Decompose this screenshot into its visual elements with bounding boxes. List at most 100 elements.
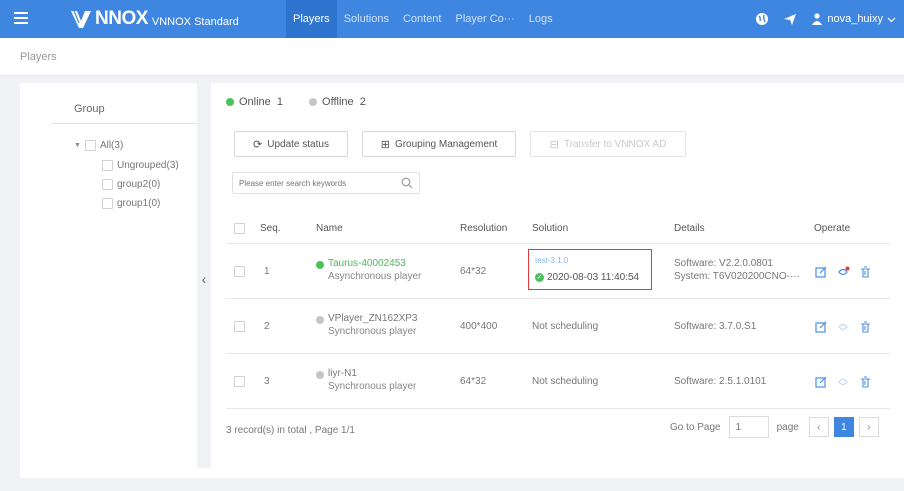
main-nav: Players Solutions Content Player Co··· L… (286, 0, 560, 38)
search-box (232, 172, 420, 194)
player-name: VPlayer_ZN162XP3 (328, 313, 418, 324)
tree-label: All(3) (99, 139, 124, 151)
logo-mark-icon (71, 10, 91, 28)
tree-label: Ungrouped(3) (117, 159, 179, 171)
transfer-button[interactable]: ⊟ Transfer to VNNOX AD (530, 131, 686, 157)
tree-checkbox[interactable] (102, 197, 113, 209)
online-label: Online (239, 96, 271, 108)
status-offline[interactable]: Offline 2 (309, 96, 366, 108)
logo-subtitle: VNNOX Standard (151, 15, 239, 28)
tree-checkbox[interactable] (102, 178, 113, 190)
chevron-left-icon[interactable]: ‹ (197, 271, 211, 287)
row-checkbox[interactable] (234, 321, 245, 332)
details-software: Software: 3.7.0.S1 (674, 321, 757, 332)
remote-control-icon[interactable] (832, 266, 854, 278)
tree-item-group1[interactable]: group1(0) (102, 195, 160, 211)
logo-text: NNOX (95, 8, 148, 29)
user-name: nova_huixy (827, 13, 883, 25)
col-operate: Operate (814, 223, 851, 234)
online-dot-icon (226, 98, 234, 106)
row-checkbox[interactable] (234, 266, 245, 277)
col-details: Details (674, 223, 705, 234)
remote-control-icon[interactable] (832, 321, 854, 333)
col-solution: Solution (532, 223, 569, 234)
send-icon[interactable] (776, 0, 804, 38)
grouping-management-button[interactable]: ⊞ Grouping Management (362, 131, 516, 157)
delete-icon[interactable] (854, 266, 876, 278)
grouping-icon: ⊞ (380, 138, 390, 151)
main-card: Group ▼ All(3) Ungrouped(3) group2(0) gr… (20, 83, 904, 478)
group-title: Group (74, 103, 105, 115)
tree-item-all[interactable]: ▼ All(3) (74, 137, 123, 153)
player-name: liyr-N1 (328, 368, 357, 379)
col-seq: Seq. (260, 223, 281, 234)
table-row: 1 Taurus-40002453 Asynchronous player 64… (226, 245, 890, 299)
nav-player-control[interactable]: Player Co··· (448, 0, 521, 38)
tree-checkbox[interactable] (84, 139, 96, 151)
col-resolution: Resolution (460, 223, 508, 234)
page-1-button[interactable]: 1 (833, 417, 854, 437)
search-icon[interactable] (401, 177, 413, 189)
row-operations (810, 355, 876, 409)
offline-dot-icon (309, 98, 318, 106)
status-online[interactable]: Online 1 (226, 96, 283, 108)
check-circle-icon: ✓ (535, 273, 544, 282)
row-operations (810, 300, 876, 354)
delete-icon[interactable] (854, 321, 876, 333)
row-seq: 3 (264, 376, 270, 387)
offline-label: Offline (322, 96, 354, 108)
top-navbar: NNOX VNNOX Standard Players Solutions Co… (0, 0, 904, 38)
goto-label: Go to Page (670, 421, 721, 433)
details-software: Software: 2.5.1.0101 (674, 376, 767, 387)
globe-icon[interactable] (748, 0, 776, 38)
table-header: Seq. Name Resolution Solution Details Op… (226, 214, 890, 244)
nav-players[interactable]: Players (286, 0, 337, 38)
tree-label: group1(0) (117, 197, 161, 209)
menu-icon[interactable] (14, 12, 28, 24)
select-all-checkbox[interactable] (234, 223, 245, 234)
row-solution: Not scheduling (532, 321, 599, 332)
update-status-button[interactable]: ⟳ Update status (234, 131, 348, 157)
next-page-button[interactable]: › (858, 417, 879, 437)
status-summary: Online 1 Offline 2 (226, 96, 392, 108)
prev-page-button[interactable]: ‹ (808, 417, 829, 437)
remote-control-icon[interactable] (832, 376, 854, 388)
offline-dot-icon (316, 316, 324, 324)
row-resolution: 64*32 (460, 376, 487, 387)
edit-icon[interactable] (810, 376, 832, 388)
nav-logs[interactable]: Logs (522, 0, 560, 38)
row-seq: 1 (264, 266, 270, 277)
records-summary: 3 record(s) in total , Page 1/1 (226, 425, 355, 436)
caret-down-icon[interactable]: ▼ (74, 142, 81, 149)
tree-label: group2(0) (117, 178, 161, 190)
online-dot-icon (316, 261, 324, 269)
grouping-management-label: Grouping Management (394, 138, 498, 150)
table-row: 3 liyr-N1 Synchronous player 64*32 Not s… (226, 355, 890, 409)
solution-highlight-box: test-3.1.0 ✓ 2020-08-03 11:40:54 (528, 249, 652, 290)
solution-link[interactable]: test-3.1.0 (535, 256, 568, 265)
row-checkbox[interactable] (234, 376, 245, 387)
edit-icon[interactable] (810, 321, 832, 333)
tree-item-ungrouped[interactable]: Ungrouped(3) (102, 157, 179, 173)
user-menu[interactable]: nova_huixy (812, 13, 896, 25)
col-name: Name (316, 223, 343, 234)
row-seq: 2 (264, 321, 270, 332)
player-type: Synchronous player (328, 381, 417, 392)
delete-icon[interactable] (854, 376, 876, 388)
nav-solutions[interactable]: Solutions (337, 0, 396, 38)
edit-icon[interactable] (810, 266, 832, 278)
logo[interactable]: NNOX VNNOX Standard (70, 8, 239, 30)
player-name-link[interactable]: Taurus-40002453 (328, 258, 406, 269)
chevron-down-icon (887, 17, 896, 22)
tree-checkbox[interactable] (102, 159, 113, 171)
nav-content[interactable]: Content (396, 0, 449, 38)
tree-item-group2[interactable]: group2(0) (102, 176, 160, 192)
page-input[interactable] (728, 416, 769, 438)
details-software: Software: V2.2.0.0801 (674, 258, 773, 269)
person-icon (812, 13, 823, 25)
breadcrumb-players[interactable]: Players (20, 51, 57, 63)
search-input[interactable] (239, 173, 399, 193)
row-resolution: 400*400 (460, 321, 498, 332)
player-type: Synchronous player (328, 326, 417, 337)
table-row: 2 VPlayer_ZN162XP3 Synchronous player 40… (226, 300, 890, 354)
